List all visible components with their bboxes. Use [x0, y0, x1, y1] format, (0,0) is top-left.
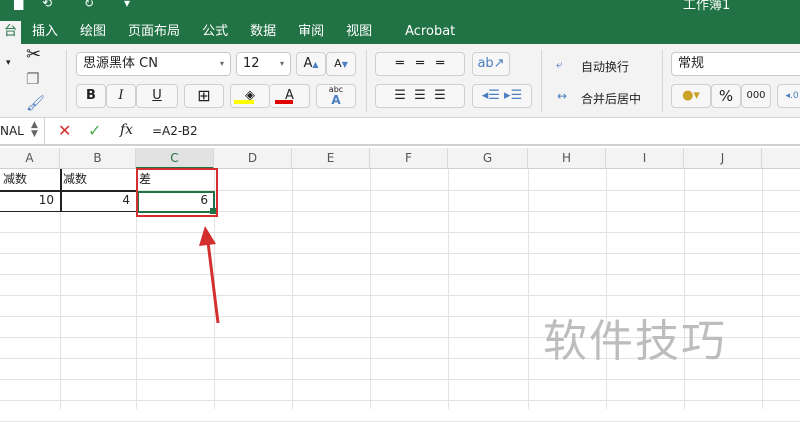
arrow-shaft [206, 241, 220, 324]
highlight-box [136, 168, 218, 217]
arrow-head [199, 226, 216, 246]
watermark: 软件技巧 [543, 316, 727, 367]
